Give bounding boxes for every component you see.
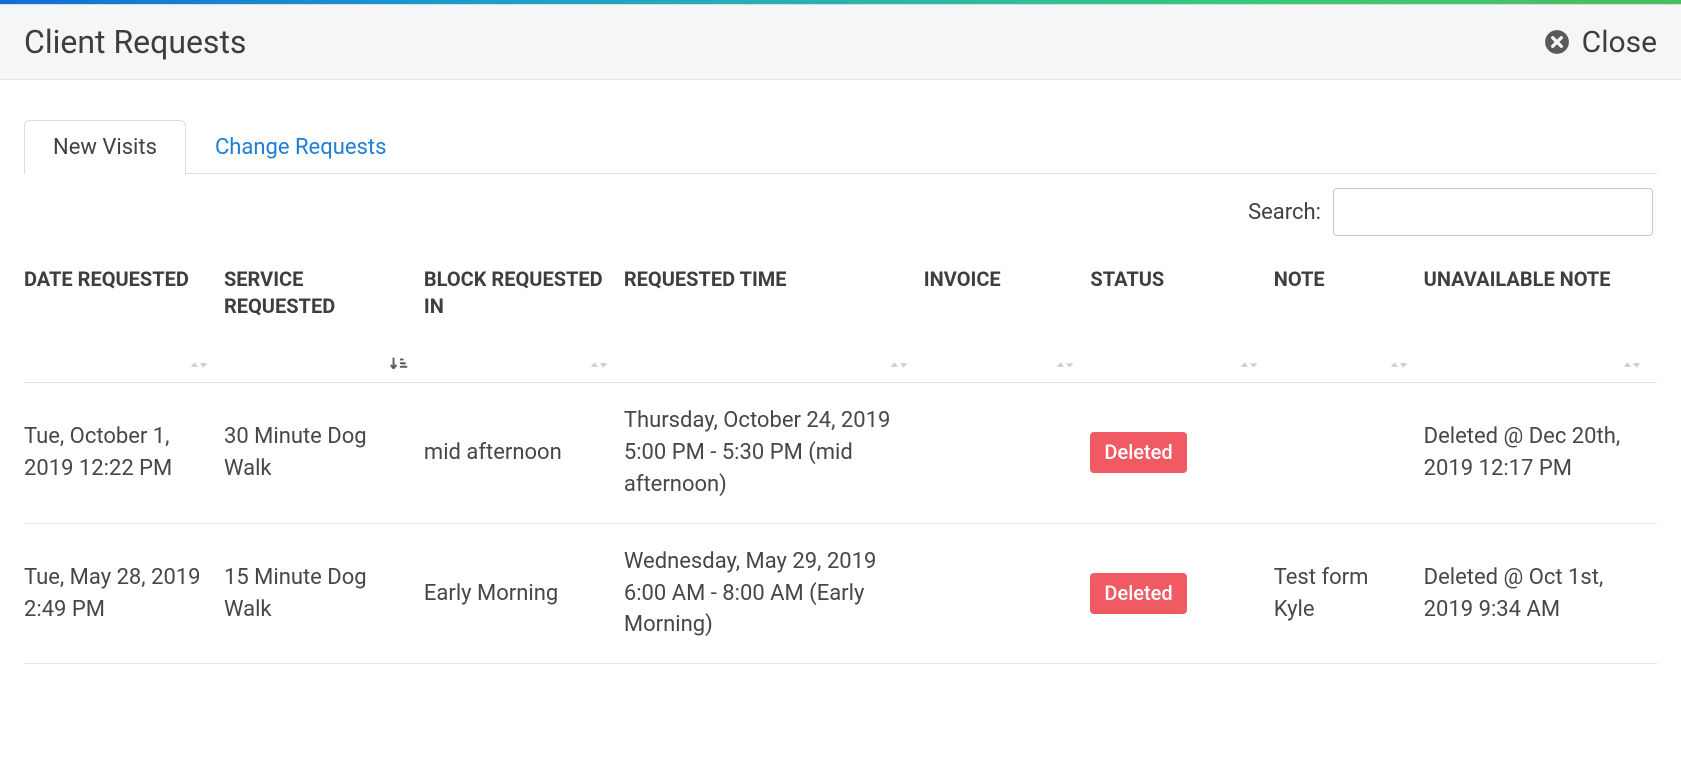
- cell-note: [1274, 383, 1424, 524]
- requests-table: DATE REQUESTED SERVICE REQUESTED: [24, 246, 1657, 664]
- sort-icon: [1054, 354, 1080, 376]
- table-row: Tue, May 28, 2019 2:49 PM 15 Minute Dog …: [24, 523, 1657, 664]
- sort-icon: [888, 354, 914, 376]
- cell-status: Deleted: [1090, 523, 1273, 664]
- col-label: DATE REQUESTED: [24, 266, 214, 293]
- sort-icon: [1238, 354, 1264, 376]
- search-label: Search:: [1248, 200, 1321, 225]
- close-icon: [1544, 29, 1570, 55]
- cell-service-requested: 15 Minute Dog Walk: [224, 523, 424, 664]
- col-label: REQUESTED TIME: [624, 266, 914, 293]
- col-invoice[interactable]: INVOICE: [924, 246, 1091, 383]
- status-badge: Deleted: [1090, 573, 1186, 614]
- status-badge: Deleted: [1090, 432, 1186, 473]
- col-label: STATUS: [1090, 266, 1263, 293]
- cell-status: Deleted: [1090, 383, 1273, 524]
- col-block-requested-in[interactable]: BLOCK REQUESTED IN: [424, 246, 624, 383]
- cell-date-requested: Tue, May 28, 2019 2:49 PM: [24, 523, 224, 664]
- modal-body-scroll[interactable]: New Visits Change Requests Search: DATE …: [0, 80, 1681, 759]
- cell-note: Test form Kyle: [1274, 523, 1424, 664]
- close-label: Close: [1582, 25, 1657, 60]
- col-requested-time[interactable]: REQUESTED TIME: [624, 246, 924, 383]
- search-row: Search:: [24, 174, 1657, 246]
- cell-date-requested: Tue, October 1, 2019 12:22 PM: [24, 383, 224, 524]
- sort-asc-icon: [388, 354, 414, 376]
- cell-requested-time: Thursday, October 24, 2019 5:00 PM - 5:3…: [624, 383, 924, 524]
- page-title: Client Requests: [24, 23, 246, 61]
- table-row: Tue, October 1, 2019 12:22 PM 30 Minute …: [24, 383, 1657, 524]
- cell-invoice: [924, 383, 1091, 524]
- col-note[interactable]: NOTE: [1274, 246, 1424, 383]
- spacer: [24, 664, 1657, 724]
- col-service-requested[interactable]: SERVICE REQUESTED: [224, 246, 424, 383]
- cell-invoice: [924, 523, 1091, 664]
- col-label: UNAVAILABLE NOTE: [1424, 266, 1647, 293]
- col-label: NOTE: [1274, 266, 1414, 293]
- sort-icon: [188, 354, 214, 376]
- col-date-requested[interactable]: DATE REQUESTED: [24, 246, 224, 383]
- cell-block: mid afternoon: [424, 383, 624, 524]
- close-button[interactable]: Close: [1544, 25, 1657, 60]
- tabs: New Visits Change Requests: [24, 120, 1657, 174]
- col-status[interactable]: STATUS: [1090, 246, 1273, 383]
- col-label: INVOICE: [924, 266, 1081, 293]
- tab-change-requests[interactable]: Change Requests: [186, 120, 415, 174]
- col-label: BLOCK REQUESTED IN: [424, 266, 614, 320]
- cell-unavailable-note: Deleted @ Oct 1st, 2019 9:34 AM: [1424, 523, 1657, 664]
- sort-icon: [1621, 354, 1647, 376]
- cell-requested-time: Wednesday, May 29, 2019 6:00 AM - 8:00 A…: [624, 523, 924, 664]
- cell-unavailable-note: Deleted @ Dec 20th, 2019 12:17 PM: [1424, 383, 1657, 524]
- col-unavailable-note[interactable]: UNAVAILABLE NOTE: [1424, 246, 1657, 383]
- cell-block: Early Morning: [424, 523, 624, 664]
- modal-header: Client Requests Close: [0, 4, 1681, 80]
- tab-new-visits[interactable]: New Visits: [24, 120, 186, 174]
- cell-service-requested: 30 Minute Dog Walk: [224, 383, 424, 524]
- col-label: SERVICE REQUESTED: [224, 266, 414, 320]
- sort-icon: [1388, 354, 1414, 376]
- sort-icon: [588, 354, 614, 376]
- search-input[interactable]: [1333, 188, 1653, 236]
